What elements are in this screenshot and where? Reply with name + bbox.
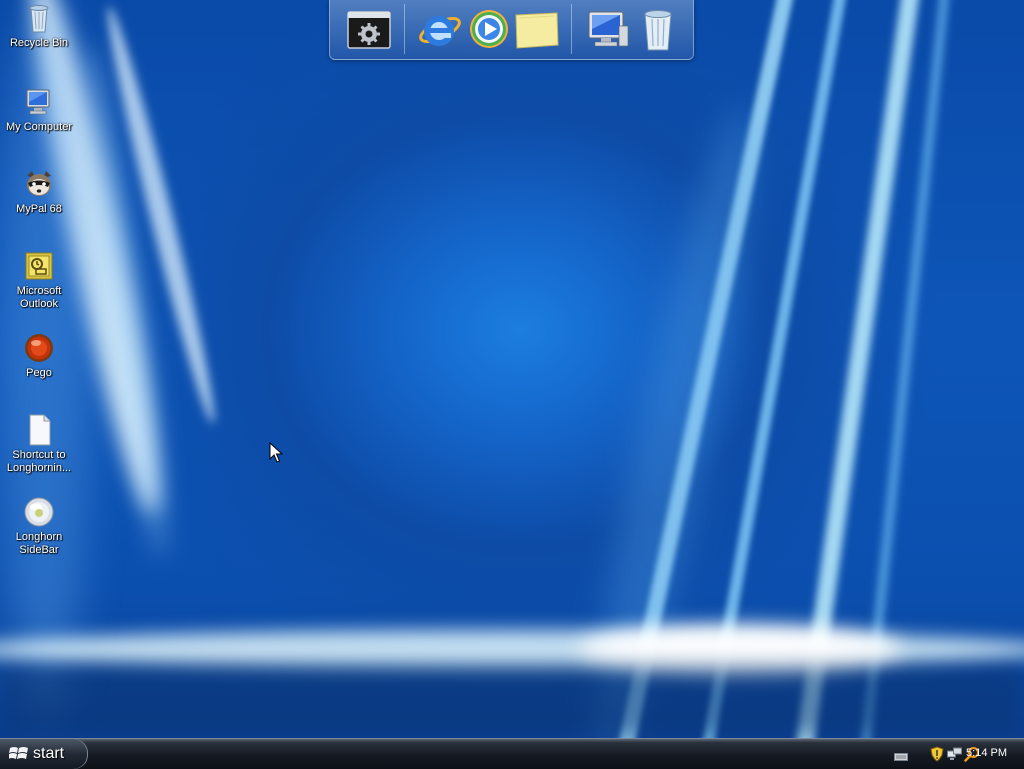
desktop-icon-label: Microsoft	[16, 285, 62, 297]
recycle-bin-icon	[23, 2, 55, 34]
desktop-icon-mypal[interactable]: MyPal 68	[0, 168, 78, 216]
top-dock	[329, 0, 694, 60]
desktop-icon-label: My Computer	[5, 121, 73, 133]
desktop-icon-label: Outlook	[20, 298, 58, 310]
document-shortcut-icon	[23, 414, 55, 446]
windows-logo-icon	[8, 746, 29, 767]
keyboard-icon[interactable]	[894, 749, 908, 767]
console-settings-icon[interactable]	[346, 6, 392, 52]
sidebar-orb-icon	[23, 496, 55, 528]
my-computer-icon[interactable]	[585, 6, 631, 52]
recycle-bin-icon[interactable]	[635, 6, 681, 52]
desktop-icon-label: Recycle Bin	[9, 37, 69, 49]
mypal-raccoon-icon	[23, 168, 55, 200]
security-shield-icon[interactable]	[930, 746, 944, 767]
desktop-icon-recycle-bin[interactable]: Recycle Bin	[0, 2, 78, 50]
pego-icon	[23, 332, 55, 364]
mouse-cursor-icon	[269, 441, 284, 469]
desktop-wallpaper	[0, 0, 1024, 738]
media-player-icon[interactable]	[466, 6, 512, 52]
clock[interactable]: 5:14 PM	[966, 747, 1007, 759]
system-tray: 5:14 PM	[864, 739, 1024, 769]
desktop-icon-outlook[interactable]: Microsoft Outlook	[0, 250, 78, 311]
desktop-icon-pego[interactable]: Pego	[0, 332, 78, 380]
desktop-icon-longhorn-sidebar[interactable]: Longhorn SideBar	[0, 496, 78, 557]
desktop-icon-label: Shortcut to	[12, 449, 66, 461]
internet-explorer-icon[interactable]	[416, 6, 462, 52]
desktop-icon-label: SideBar	[19, 544, 59, 556]
my-computer-icon	[23, 86, 55, 118]
desktop-icon-my-computer[interactable]: My Computer	[0, 86, 78, 134]
sticky-note-icon[interactable]	[513, 6, 559, 52]
outlook-icon	[23, 250, 55, 282]
taskbar: start 5:14 PM	[0, 738, 1024, 769]
network-icon[interactable]	[947, 747, 963, 766]
start-label: start	[33, 745, 65, 762]
desktop-icon-label: MyPal 68	[16, 203, 62, 215]
start-button[interactable]: start	[0, 739, 88, 769]
dock-separator	[404, 4, 405, 54]
desktop-icon-shortcut-longhorn[interactable]: Shortcut to Longhornin...	[0, 414, 78, 475]
desktop-icon-label: Pego	[26, 367, 52, 379]
dock-separator	[571, 4, 572, 54]
desktop-icon-label: Longhorn	[15, 531, 63, 543]
desktop-icon-label: Longhornin...	[6, 462, 72, 474]
